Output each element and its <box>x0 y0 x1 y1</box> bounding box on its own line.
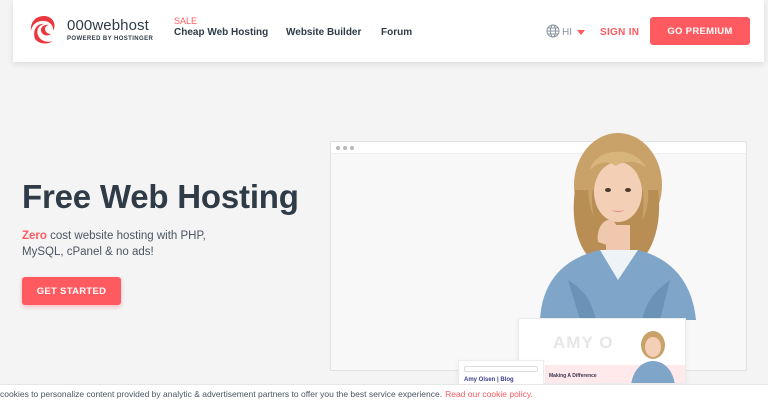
hero-description-text: cost website hosting with PHP, MySQL, cP… <box>22 230 206 258</box>
hero-title: Free Web Hosting <box>22 178 299 215</box>
blog-preview-title: Amy Olsen | Blog <box>464 377 514 383</box>
template-person-image <box>631 331 675 383</box>
logo-name: 000webhost <box>67 17 149 34</box>
caret-down-icon <box>577 30 585 35</box>
template-preview-name: AMY O <box>553 333 614 352</box>
hero-description: Zero cost website hosting with PHP, MySQ… <box>22 228 242 260</box>
logo[interactable]: 000webhost POWERED BY HOSTINGER <box>27 13 153 47</box>
window-dot-icon <box>343 145 347 150</box>
cookie-text: cookies to personalize content provided … <box>0 388 443 399</box>
get-started-button[interactable]: GET STARTED <box>22 277 121 305</box>
go-premium-button[interactable]: GO PREMIUM <box>650 17 750 45</box>
window-dot-icon <box>336 145 340 150</box>
language-code: HI <box>562 27 572 38</box>
globe-icon <box>546 24 560 41</box>
blog-preview-card: Amy Olsen | Blog <box>458 360 544 386</box>
window-dot-icon <box>350 145 354 150</box>
logo-swirl-icon <box>27 13 61 47</box>
cookie-policy-link[interactable]: Read our cookie policy. <box>445 389 533 399</box>
blog-search-box <box>464 366 538 372</box>
template-preview-text: Making A Difference <box>549 373 597 379</box>
hero-highlight: Zero <box>22 230 47 242</box>
hero-person-image <box>520 130 700 320</box>
nav-cheap-web-hosting[interactable]: Cheap Web Hosting <box>174 27 268 38</box>
site-header: 000webhost POWERED BY HOSTINGER SALE Che… <box>13 0 764 62</box>
nav-forum[interactable]: Forum <box>381 27 412 38</box>
sign-in-link[interactable]: SIGN IN <box>600 27 639 38</box>
language-selector[interactable]: HI <box>546 24 585 41</box>
nav-website-builder[interactable]: Website Builder <box>286 27 361 38</box>
sale-badge: SALE <box>174 16 198 26</box>
logo-tagline: POWERED BY HOSTINGER <box>67 36 154 42</box>
cookie-banner: cookies to personalize content provided … <box>0 384 768 402</box>
